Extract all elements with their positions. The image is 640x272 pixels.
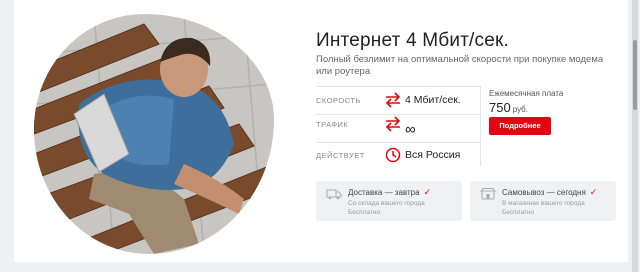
feature-label: ТРАФИК [316,120,349,129]
price-amount: 750 руб. [489,100,528,115]
feature-value: Вся Россия [405,149,461,161]
delivery-title: Доставка — завтра ✓ [348,187,431,198]
pickup-note: В магазинах вашего города Бесплатно [502,199,585,217]
delivery-title-text: Доставка — завтра [348,188,420,197]
feature-value: ∞ [405,121,416,138]
price-value: 750 [489,100,511,115]
tariff-subtitle: Полный безлимит на оптимальной скорости … [316,54,604,77]
delivery-note-line: Со склада вашего города [348,200,425,207]
scrollbar-thumb[interactable] [633,40,637,110]
pickup-title: Самовывоз — сегодня ✓ [502,187,597,198]
feature-region: ДЕЙСТВУЕТ Вся Россия [316,147,476,179]
delivery-note-line: Бесплатно [348,209,381,216]
check-icon: ✓ [423,187,432,197]
feature-label: ДЕЙСТВУЕТ [316,151,365,160]
feature-label: СКОРОСТЬ [316,96,361,105]
vertical-divider [480,86,481,166]
divider [316,142,480,143]
pickup-note-line: В магазинах вашего города [502,200,585,207]
more-details-button[interactable]: Подробнее [489,117,551,135]
store-icon [480,188,496,200]
pickup-title-text: Самовывоз — сегодня [502,188,586,197]
check-icon: ✓ [589,187,598,197]
clock-icon [385,147,401,163]
price-unit: руб. [512,105,528,114]
feature-traffic: ТРАФИК ∞ [316,116,476,148]
tariff-title: Интернет 4 Мбит/сек. [316,30,509,51]
truck-icon [326,189,342,200]
delivery-panel: Доставка — завтра ✓ Со склада вашего горо… [316,181,462,221]
price-label: Ежемесячная плата [489,89,564,98]
pickup-panel: Самовывоз — сегодня ✓ В магазинах вашего … [470,181,616,221]
arrows-icon [385,92,401,108]
pickup-note-line: Бесплатно [502,209,535,216]
page: Интернет 4 Мбит/сек. Полный безлимит на … [0,0,640,272]
delivery-note: Со склада вашего города Бесплатно [348,199,425,217]
feature-value: 4 Мбит/сек. [405,94,461,106]
arrows-icon [385,116,401,132]
divider [316,86,480,87]
